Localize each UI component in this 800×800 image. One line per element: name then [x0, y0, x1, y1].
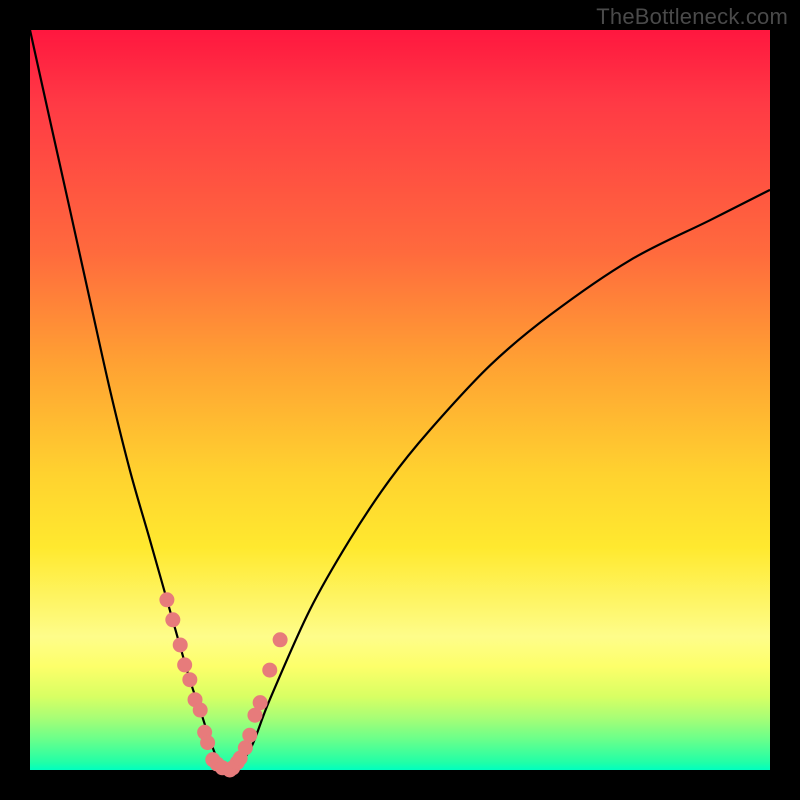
chart-frame: TheBottleneck.com	[0, 0, 800, 800]
marker-dot	[262, 663, 277, 678]
bottleneck-curve	[30, 30, 770, 771]
marker-dot	[273, 632, 288, 647]
marker-dot	[193, 703, 208, 718]
marker-dot	[242, 728, 257, 743]
marker-dot	[165, 612, 180, 627]
marker-dot	[253, 695, 268, 710]
watermark-text: TheBottleneck.com	[596, 4, 788, 30]
marker-dot	[159, 592, 174, 607]
marker-dots-group	[159, 592, 287, 777]
bottleneck-curve-svg	[30, 30, 770, 770]
marker-dot	[173, 637, 188, 652]
marker-dot	[200, 735, 215, 750]
marker-dot	[182, 672, 197, 687]
curve-group	[30, 30, 770, 771]
plot-area	[30, 30, 770, 770]
marker-dot	[177, 657, 192, 672]
